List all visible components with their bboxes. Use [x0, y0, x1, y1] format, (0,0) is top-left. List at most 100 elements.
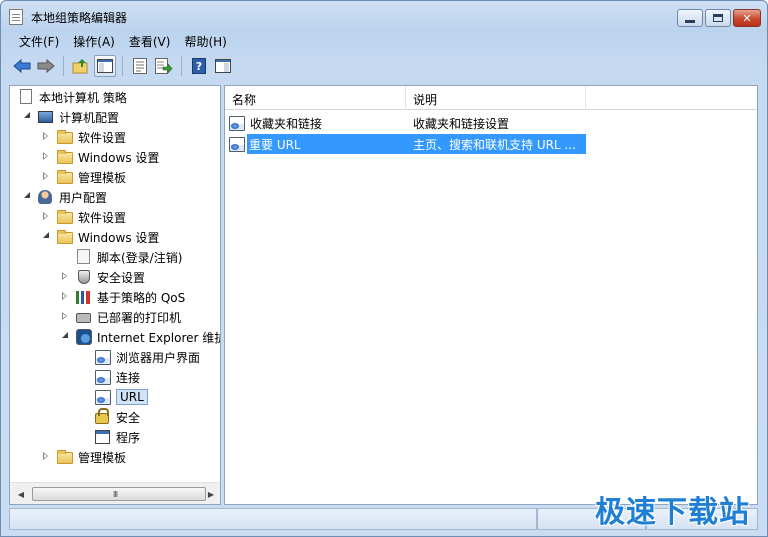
help-button[interactable]: ? [188, 55, 210, 77]
tree-item-label: 已部署的打印机 [97, 310, 182, 325]
policy-setting-icon [229, 136, 245, 152]
menu-file[interactable]: 文件(F) [13, 31, 67, 51]
policy-setting-icon [95, 389, 111, 405]
properties-button[interactable] [129, 55, 151, 77]
collapsed-arrow-icon[interactable] [62, 312, 72, 322]
menu-bar: 文件(F) 操作(A) 查看(V) 帮助(H) [1, 31, 767, 51]
maximize-button[interactable] [705, 9, 731, 27]
tree-item-connection[interactable]: 连接 [95, 367, 140, 387]
toolbar: ? [1, 52, 767, 80]
console-tree: 本地计算机 策略 计算机配置 软件设置 Windows 设置 管理模板 用户配置… [10, 86, 220, 482]
tree-item-user-software-settings[interactable]: 软件设置 [43, 207, 126, 227]
tree-item-label: Internet Explorer 维护 [97, 330, 220, 345]
title-bar[interactable]: 本地组策略编辑器 ✕ [1, 1, 767, 31]
tree-item-ie-maintenance[interactable]: Internet Explorer 维护 [62, 327, 220, 347]
list-item-selected[interactable]: 重要 URL 主页、搜索和联机支持 URL ... [225, 134, 586, 154]
tree-item-security[interactable]: 安全 [95, 407, 140, 427]
console-tree-icon [97, 59, 113, 73]
tree-item-label: 基于策略的 QoS [97, 290, 186, 305]
tree-item-label: 安全 [116, 410, 141, 425]
tree-item-local-computer-policy[interactable]: 本地计算机 策略 [18, 87, 127, 107]
collapsed-arrow-icon[interactable] [43, 212, 53, 222]
tree-item-user-administrative-templates[interactable]: 管理模板 [43, 447, 126, 467]
users-icon [38, 189, 54, 205]
tree-item-computer-configuration[interactable]: 计算机配置 [24, 107, 119, 127]
forward-button[interactable] [35, 55, 57, 77]
menu-action[interactable]: 操作(A) [67, 31, 123, 51]
folder-icon [57, 129, 73, 145]
tree-item-label: 连接 [116, 370, 141, 385]
tree-item-scripts[interactable]: 脚本(登录/注销) [76, 247, 182, 267]
show-action-pane-button[interactable] [212, 55, 234, 77]
app-window: 本地组策略编辑器 ✕ 文件(F) 操作(A) 查看(V) 帮助(H) ? 本地计… [0, 0, 768, 537]
tree-item-security-settings[interactable]: 安全设置 [62, 267, 145, 287]
toolbar-separator [122, 56, 123, 76]
programs-icon [95, 429, 111, 445]
back-button[interactable] [11, 55, 33, 77]
collapsed-arrow-icon[interactable] [43, 172, 53, 182]
policy-editor-icon [9, 9, 23, 25]
column-header-name[interactable]: 名称 [225, 86, 406, 110]
tree-item-programs[interactable]: 程序 [95, 427, 140, 447]
tree-item-user-configuration[interactable]: 用户配置 [24, 187, 107, 207]
menu-view[interactable]: 查看(V) [123, 31, 179, 51]
policy-document-icon [18, 89, 34, 105]
tree-item-policy-based-qos[interactable]: 基于策略的 QoS [62, 287, 185, 307]
svg-text:?: ? [196, 60, 202, 73]
internet-explorer-icon [76, 329, 92, 345]
scroll-thumb[interactable]: III [32, 487, 206, 501]
collapsed-arrow-icon[interactable] [43, 452, 53, 462]
computer-icon [38, 109, 54, 125]
tree-item-url[interactable]: URL [95, 387, 148, 407]
collapsed-arrow-icon[interactable] [62, 292, 72, 302]
show-hide-console-tree-button[interactable] [94, 55, 116, 77]
scroll-right-icon[interactable]: ▶ [206, 488, 216, 500]
tree-item-label: 浏览器用户界面 [116, 350, 201, 365]
tree-item-browser-ui[interactable]: 浏览器用户界面 [95, 347, 200, 367]
horizontal-scrollbar[interactable]: ◀ III ▶ [10, 482, 220, 504]
list-item[interactable]: 收藏夹和链接 收藏夹和链接设置 [225, 113, 580, 133]
up-one-level-button[interactable] [70, 55, 92, 77]
menu-help[interactable]: 帮助(H) [178, 31, 234, 51]
column-header-description[interactable]: 说明 [406, 86, 586, 110]
expanded-arrow-icon[interactable] [24, 112, 34, 122]
toolbar-separator [181, 56, 182, 76]
tree-item-software-settings[interactable]: 软件设置 [43, 127, 126, 147]
folder-icon [57, 229, 73, 245]
collapsed-arrow-icon[interactable] [62, 272, 72, 282]
collapsed-arrow-icon[interactable] [43, 132, 53, 142]
expanded-arrow-icon[interactable] [24, 192, 34, 202]
action-pane-icon [215, 59, 231, 73]
console-tree-pane: 本地计算机 策略 计算机配置 软件设置 Windows 设置 管理模板 用户配置… [9, 85, 221, 505]
close-button[interactable]: ✕ [733, 9, 761, 27]
tree-item-user-windows-settings[interactable]: Windows 设置 [43, 227, 159, 247]
policy-setting-icon [95, 369, 111, 385]
tree-item-windows-settings[interactable]: Windows 设置 [43, 147, 159, 167]
lock-icon [95, 408, 111, 425]
tree-item-label: 软件设置 [78, 210, 127, 225]
tree-item-administrative-templates[interactable]: 管理模板 [43, 167, 126, 187]
bar-chart-icon [76, 289, 92, 305]
scroll-left-icon[interactable]: ◀ [16, 488, 26, 500]
security-settings-icon [76, 269, 92, 285]
tree-item-deployed-printers[interactable]: 已部署的打印机 [62, 307, 181, 327]
up-folder-icon [72, 59, 88, 74]
export-list-icon [155, 58, 173, 74]
folder-icon [57, 169, 73, 185]
script-icon [76, 249, 92, 265]
collapsed-arrow-icon[interactable] [43, 152, 53, 162]
tree-item-label: 安全设置 [97, 270, 146, 285]
tree-item-label: URL [116, 389, 148, 405]
list-item-description: 收藏夹和链接设置 [413, 116, 510, 131]
expanded-arrow-icon[interactable] [62, 332, 72, 342]
toolbar-separator [63, 56, 64, 76]
watermark-logo: 极速下载站 [595, 495, 750, 530]
list-item-name: 收藏夹和链接 [250, 116, 323, 131]
folder-icon [57, 209, 73, 225]
export-list-button[interactable] [153, 55, 175, 77]
minimize-button[interactable] [677, 9, 703, 27]
expanded-arrow-icon[interactable] [43, 232, 53, 242]
folder-icon [57, 149, 73, 165]
tree-item-label: 程序 [116, 430, 141, 445]
tree-item-label: 用户配置 [59, 190, 108, 205]
